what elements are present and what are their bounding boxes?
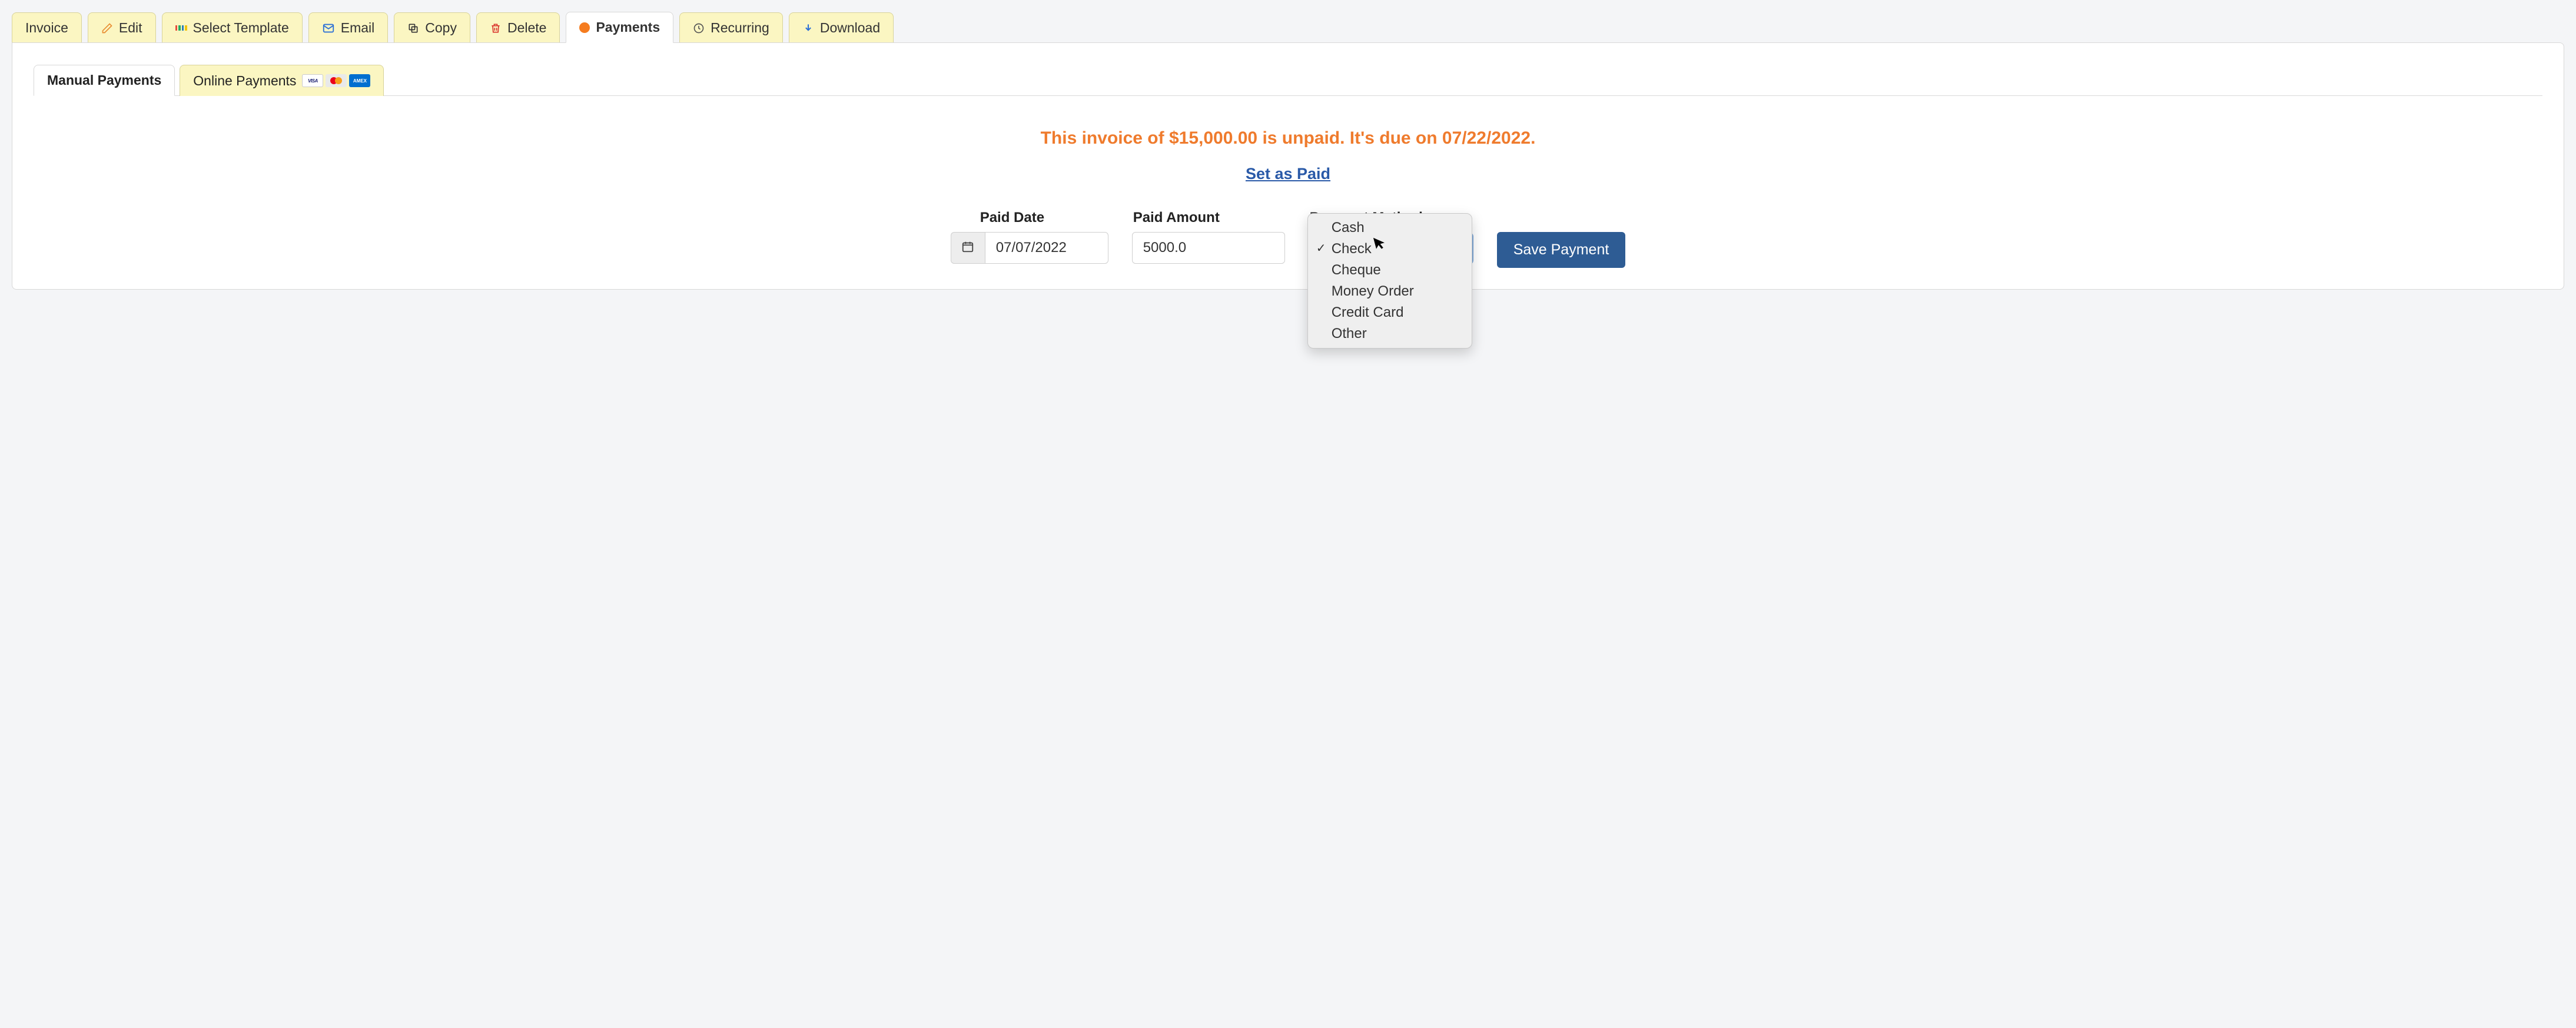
- paid-date-label: Paid Date: [951, 210, 1108, 226]
- tab-select-template-label: Select Template: [193, 20, 289, 36]
- dropdown-option-cheque[interactable]: Cheque: [1308, 260, 1472, 281]
- tab-download-label: Download: [820, 20, 880, 36]
- payment-method-group: Payment Method Check Cash Check Cheque M…: [1309, 210, 1473, 265]
- tab-copy-label: Copy: [425, 20, 457, 36]
- download-arrow-icon: [802, 22, 814, 34]
- clock-icon: [693, 22, 705, 34]
- tab-email-label: Email: [341, 20, 375, 36]
- tab-copy[interactable]: Copy: [394, 12, 470, 43]
- paid-amount-label: Paid Amount: [1132, 210, 1285, 226]
- tab-recurring[interactable]: Recurring: [679, 12, 783, 43]
- amex-badge-icon: AMEX: [349, 74, 370, 87]
- sub-tab-manual-payments[interactable]: Manual Payments: [34, 65, 175, 96]
- tab-select-template[interactable]: Select Template: [162, 12, 303, 43]
- card-brand-badges: VISA AMEX: [302, 74, 370, 87]
- payments-panel: Manual Payments Online Payments VISA AME…: [12, 42, 2564, 290]
- tab-download[interactable]: Download: [789, 12, 894, 43]
- paid-date-input[interactable]: [985, 232, 1108, 264]
- save-payment-button[interactable]: Save Payment: [1497, 232, 1626, 268]
- dropdown-option-cash[interactable]: Cash: [1308, 217, 1472, 238]
- status-dot-icon: [579, 22, 590, 33]
- sub-tab-manual-label: Manual Payments: [47, 72, 161, 88]
- dropdown-option-credit-card[interactable]: Credit Card: [1308, 302, 1472, 323]
- invoice-status-message: This invoice of $15,000.00 is unpaid. It…: [34, 128, 2542, 148]
- paid-date-group: Paid Date: [951, 210, 1108, 264]
- copy-icon: [407, 22, 419, 34]
- payment-form-row: Paid Date Paid Amount Payment Method Che…: [34, 210, 2542, 268]
- visa-badge-icon: VISA: [302, 74, 323, 87]
- primary-tab-row: Invoice Edit Select Template Email Copy …: [12, 12, 2564, 43]
- calendar-picker-button[interactable]: [951, 232, 985, 264]
- tab-delete-label: Delete: [507, 20, 546, 36]
- payment-method-dropdown: Cash Check Cheque Money Order Credit Car…: [1307, 213, 1472, 349]
- sub-tab-online-payments[interactable]: Online Payments VISA AMEX: [180, 65, 384, 96]
- trash-icon: [490, 22, 502, 34]
- sub-tab-online-label: Online Payments: [193, 73, 296, 89]
- set-as-paid-link[interactable]: Set as Paid: [1246, 165, 1330, 183]
- mastercard-badge-icon: [326, 74, 347, 87]
- template-grid-icon: [175, 22, 187, 34]
- tab-invoice-label: Invoice: [25, 20, 68, 36]
- dropdown-option-other[interactable]: Other: [1308, 323, 1472, 344]
- tab-edit[interactable]: Edit: [88, 12, 156, 43]
- tab-recurring-label: Recurring: [711, 20, 769, 36]
- calendar-icon: [961, 240, 974, 256]
- envelope-icon: [322, 22, 335, 35]
- sub-tab-row: Manual Payments Online Payments VISA AME…: [34, 64, 2542, 96]
- pencil-icon: [101, 22, 113, 34]
- tab-email[interactable]: Email: [308, 12, 389, 43]
- tab-payments-label: Payments: [596, 19, 660, 35]
- tab-edit-label: Edit: [119, 20, 142, 36]
- tab-payments[interactable]: Payments: [566, 12, 673, 43]
- tab-delete[interactable]: Delete: [476, 12, 560, 43]
- dropdown-option-money-order[interactable]: Money Order: [1308, 281, 1472, 302]
- dropdown-option-check[interactable]: Check: [1308, 238, 1472, 260]
- paid-amount-group: Paid Amount: [1132, 210, 1285, 264]
- tab-invoice[interactable]: Invoice: [12, 12, 82, 43]
- paid-amount-input[interactable]: [1132, 232, 1285, 264]
